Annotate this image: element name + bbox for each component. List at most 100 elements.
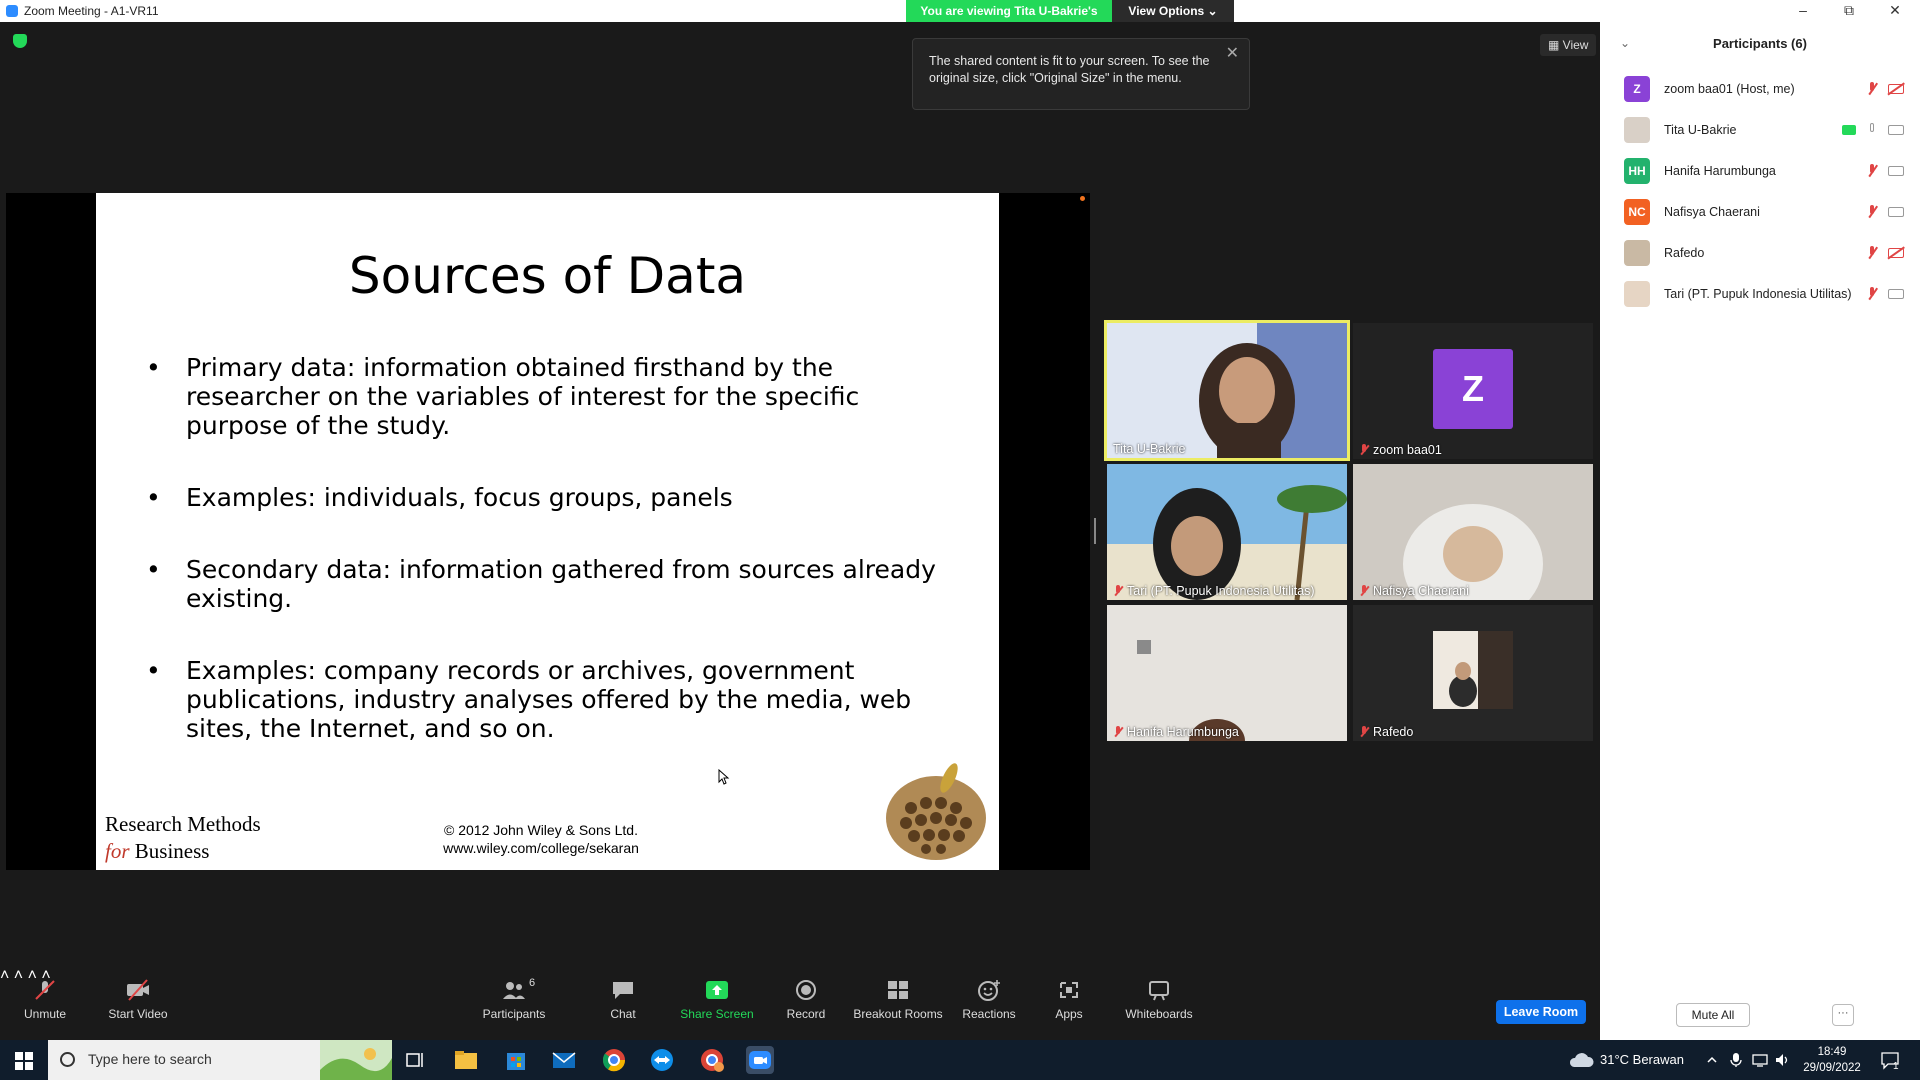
video-icon[interactable] xyxy=(1888,206,1904,217)
participant-row[interactable]: Tari (PT. Pupuk Indonesia Utilitas) xyxy=(1624,273,1914,314)
mic-off-icon xyxy=(1113,585,1123,597)
tooltip-close-icon[interactable]: ✕ xyxy=(1226,45,1239,62)
view-options-button[interactable]: View Options ⌄ xyxy=(1112,0,1234,22)
windows-start-button[interactable] xyxy=(0,1040,48,1080)
leave-room-button[interactable]: Leave Room xyxy=(1496,1000,1586,1024)
participants-label: Participants xyxy=(482,1007,546,1021)
share-screen-button[interactable]: Share Screen xyxy=(672,979,762,1021)
video-tile-zoom-baa01[interactable]: Z zoom baa01 xyxy=(1353,323,1593,459)
chrome-icon[interactable] xyxy=(600,1046,628,1074)
book-title-for: for xyxy=(105,839,130,863)
avatar: Z xyxy=(1433,349,1513,429)
chrome-profile-icon[interactable] xyxy=(698,1046,726,1074)
view-button-label: View xyxy=(1562,38,1589,52)
chat-label: Chat xyxy=(610,1007,636,1021)
whiteboard-icon xyxy=(1149,981,1169,1001)
copyright-line1: © 2012 John Wiley & Sons Ltd. xyxy=(444,822,638,838)
participant-row[interactable]: Z zoom baa01 (Host, me) xyxy=(1624,68,1914,109)
video-tile-tita[interactable]: Tita U-Bakrie xyxy=(1104,320,1350,461)
bullet-item: Secondary data: information gathered fro… xyxy=(146,555,966,613)
view-button[interactable]: ▦ View xyxy=(1540,34,1597,56)
presentation-slide: Sources of Data Primary data: informatio… xyxy=(96,193,999,870)
mute-all-button[interactable]: Mute All xyxy=(1676,1003,1750,1027)
participant-row[interactable]: Rafedo xyxy=(1624,232,1914,273)
video-tile-tari[interactable]: Tari (PT. Pupuk Indonesia Utilitas) xyxy=(1107,464,1347,600)
participants-panel: ⌄ Participants (6) Z zoom baa01 (Host, m… xyxy=(1600,22,1920,1040)
video-tile-name: Nafisya Chaerani xyxy=(1359,584,1469,598)
volume-icon[interactable] xyxy=(1774,1052,1790,1068)
restore-button[interactable]: ⧉ xyxy=(1826,0,1872,22)
mic-off-icon[interactable] xyxy=(1866,204,1878,219)
mic-off-icon[interactable] xyxy=(1866,286,1878,301)
teamviewer-icon[interactable] xyxy=(648,1046,676,1074)
participant-row[interactable]: NC Nafisya Chaerani xyxy=(1624,191,1914,232)
video-feed-nafisya xyxy=(1353,464,1593,600)
reactions-icon xyxy=(978,980,1000,1001)
minimize-button[interactable]: – xyxy=(1780,0,1826,22)
mic-off-icon[interactable] xyxy=(1866,81,1878,96)
file-explorer-icon[interactable] xyxy=(452,1046,480,1074)
participant-row[interactable]: Tita U-Bakrie xyxy=(1624,109,1914,150)
slide-bullets: Primary data: information obtained first… xyxy=(146,353,966,786)
apps-icon xyxy=(1060,982,1078,998)
task-view-icon[interactable] xyxy=(402,1046,430,1074)
reactions-label: Reactions xyxy=(962,1007,1016,1021)
video-tile-rafedo[interactable]: Rafedo xyxy=(1353,605,1593,741)
chat-icon xyxy=(613,982,633,999)
participants-button[interactable]: 6 Participants xyxy=(469,977,559,1021)
video-off-icon[interactable] xyxy=(1888,247,1904,258)
video-tile-name: zoom baa01 xyxy=(1359,443,1442,457)
microsoft-store-icon[interactable] xyxy=(502,1046,530,1074)
video-off-icon[interactable] xyxy=(1888,83,1904,94)
search-icon xyxy=(60,1052,75,1067)
apps-label: Apps xyxy=(1055,1007,1083,1021)
avatar: Z xyxy=(1624,75,1650,102)
video-tile-nafisya[interactable]: Nafisya Chaerani xyxy=(1353,464,1593,600)
mic-icon[interactable] xyxy=(1866,122,1878,137)
microphone-tray-icon[interactable] xyxy=(1730,1052,1742,1068)
video-tile-name: Hanifa Harumbunga xyxy=(1113,725,1239,739)
breakout-rooms-button[interactable]: Breakout Rooms xyxy=(853,979,943,1021)
shield-icon[interactable] xyxy=(13,34,27,48)
apps-button[interactable]: Apps xyxy=(1024,979,1114,1021)
zoom-taskbar-icon[interactable] xyxy=(746,1046,774,1074)
video-icon[interactable] xyxy=(1888,124,1904,135)
video-tile-hanifa[interactable]: Hanifa Harumbunga xyxy=(1107,605,1347,741)
mail-icon[interactable] xyxy=(550,1046,578,1074)
close-window-button[interactable]: ✕ xyxy=(1872,0,1918,22)
breakout-rooms-icon xyxy=(888,981,908,999)
start-video-button[interactable]: Start Video xyxy=(93,979,183,1021)
taskbar-search-box[interactable]: Type here to search xyxy=(48,1040,392,1080)
recording-dot xyxy=(1080,196,1085,201)
reactions-button[interactable]: Reactions xyxy=(944,979,1034,1021)
mouse-cursor-icon xyxy=(718,769,730,785)
chat-button[interactable]: Chat xyxy=(578,979,668,1021)
share-screen-icon xyxy=(706,981,728,999)
video-icon[interactable] xyxy=(1888,165,1904,176)
splitter-handle[interactable] xyxy=(1094,518,1096,544)
mic-off-icon[interactable] xyxy=(1866,163,1878,178)
participant-name: Tita U-Bakrie xyxy=(1664,122,1737,137)
chevron-up-icon[interactable] xyxy=(1706,1054,1718,1066)
cloud-weather-icon xyxy=(1569,1053,1594,1067)
viewing-banner: You are viewing Tita U-Bakrie's screen V… xyxy=(906,0,1234,40)
unmute-button[interactable]: Unmute xyxy=(0,979,90,1021)
network-icon[interactable] xyxy=(1752,1052,1768,1068)
participant-name: Tari (PT. Pupuk Indonesia Utilitas) xyxy=(1664,286,1852,301)
video-tile-name: Tita U-Bakrie xyxy=(1113,442,1186,456)
mic-off-icon xyxy=(35,980,55,1000)
mic-off-icon[interactable] xyxy=(1866,245,1878,260)
record-button[interactable]: Record xyxy=(761,979,851,1021)
fit-screen-tooltip: The shared content is fit to your screen… xyxy=(912,38,1250,110)
taskbar-clock[interactable]: 18:49 29/09/2022 xyxy=(1792,1044,1872,1076)
mic-off-icon xyxy=(1113,726,1123,738)
tooltip-text: The shared content is fit to your screen… xyxy=(929,54,1210,85)
breakout-rooms-label: Breakout Rooms xyxy=(853,1007,943,1021)
search-placeholder: Type here to search xyxy=(88,1051,212,1067)
participant-row[interactable]: HH Hanifa Harumbunga xyxy=(1624,150,1914,191)
whiteboards-button[interactable]: Whiteboards xyxy=(1114,979,1204,1021)
video-icon[interactable] xyxy=(1888,288,1904,299)
weather-text[interactable]: 31°C Berawan xyxy=(1600,1052,1684,1067)
meeting-toolbar: Unmute ˄ Start Video ˄ 6 Participants Ch… xyxy=(0,967,1600,1040)
more-options-button[interactable]: ··· xyxy=(1832,1004,1854,1026)
